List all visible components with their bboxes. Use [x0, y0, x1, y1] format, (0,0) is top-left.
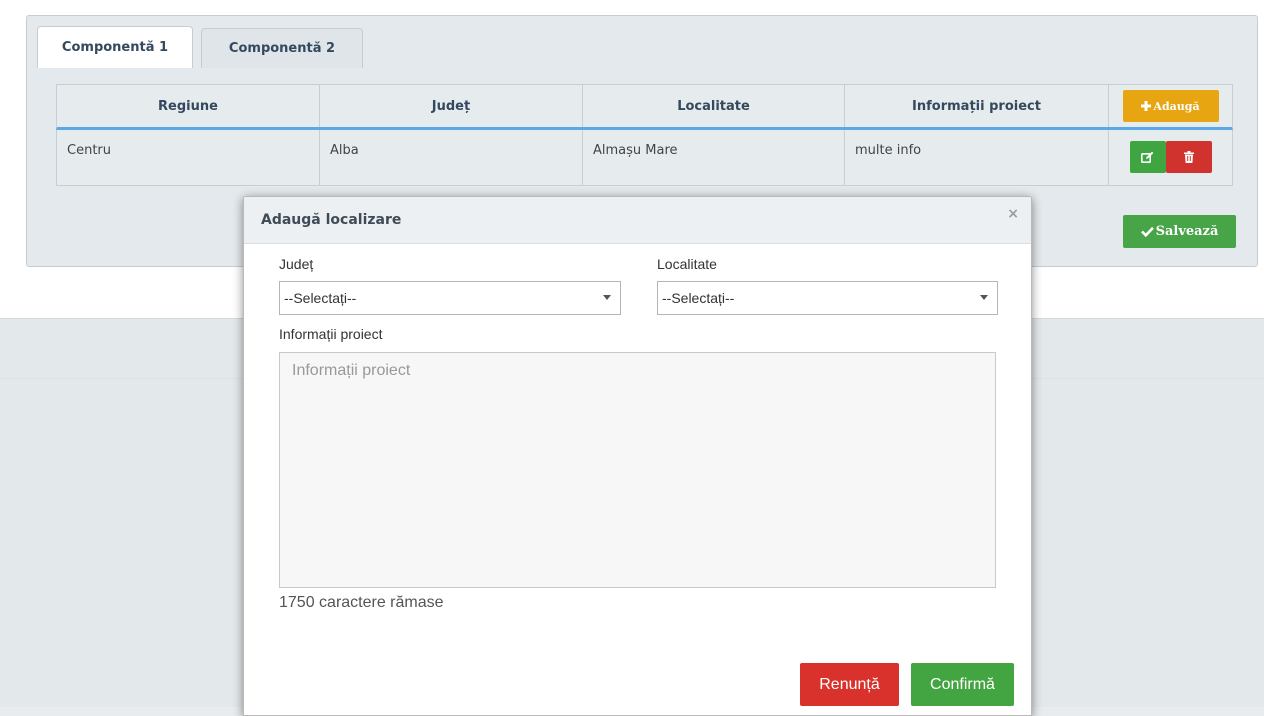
column-header-actions: Adaugă — [1109, 85, 1232, 127]
judet-select[interactable]: --Selectați-- — [279, 281, 621, 315]
edit-row-button[interactable] — [1129, 141, 1166, 173]
cell-actions — [1109, 130, 1232, 185]
plus-icon — [1141, 101, 1152, 111]
localitate-select[interactable]: --Selectați-- — [657, 281, 998, 315]
cell-informatii: multe info — [845, 130, 1109, 185]
add-row-button[interactable]: Adaugă — [1122, 90, 1219, 122]
info-textarea[interactable]: Informații proiect — [279, 352, 996, 588]
column-header-judet: Județ — [320, 85, 583, 127]
localitate-label: Localitate — [657, 256, 717, 272]
close-icon[interactable]: × — [1007, 206, 1019, 222]
modal-title: Adaugă localizare — [261, 212, 402, 228]
add-location-modal: Adaugă localizare × Județ --Selectați-- … — [243, 196, 1032, 716]
localization-table: Regiune Județ Localitate Informații proi… — [56, 84, 1233, 186]
column-header-informatii: Informații proiect — [845, 85, 1109, 127]
cell-regiune: Centru — [57, 130, 320, 185]
add-row-label: Adaugă — [1153, 99, 1200, 113]
tab-component-2[interactable]: Componentă 2 — [201, 28, 363, 68]
character-counter: 1750 caractere rămase — [279, 594, 444, 611]
modal-header: Adaugă localizare × — [244, 197, 1031, 244]
cell-localitate: Almașu Mare — [583, 130, 845, 185]
save-button[interactable]: Salvează — [1123, 215, 1236, 248]
table-header: Regiune Județ Localitate Informații proi… — [56, 84, 1233, 130]
trash-icon — [1183, 151, 1194, 163]
column-header-regiune: Regiune — [57, 85, 320, 127]
save-label: Salvează — [1155, 224, 1219, 239]
judet-select-value: --Selectați-- — [284, 290, 357, 306]
cell-judet: Alba — [320, 130, 583, 185]
chevron-down-icon — [603, 295, 611, 300]
cancel-button[interactable]: Renunță — [800, 663, 899, 706]
table-row: Centru Alba Almașu Mare multe info — [56, 130, 1233, 186]
edit-icon — [1141, 151, 1154, 163]
delete-row-button[interactable] — [1165, 141, 1212, 173]
localitate-select-value: --Selectați-- — [662, 290, 735, 306]
info-placeholder: Informații proiect — [292, 362, 411, 379]
info-label: Informații proiect — [279, 326, 383, 342]
judet-label: Județ — [279, 256, 314, 272]
tab-component-1[interactable]: Componentă 1 — [37, 26, 193, 68]
chevron-down-icon — [980, 295, 988, 300]
confirm-button[interactable]: Confirmă — [911, 663, 1014, 706]
check-icon — [1140, 226, 1154, 237]
column-header-localitate: Localitate — [583, 85, 845, 127]
